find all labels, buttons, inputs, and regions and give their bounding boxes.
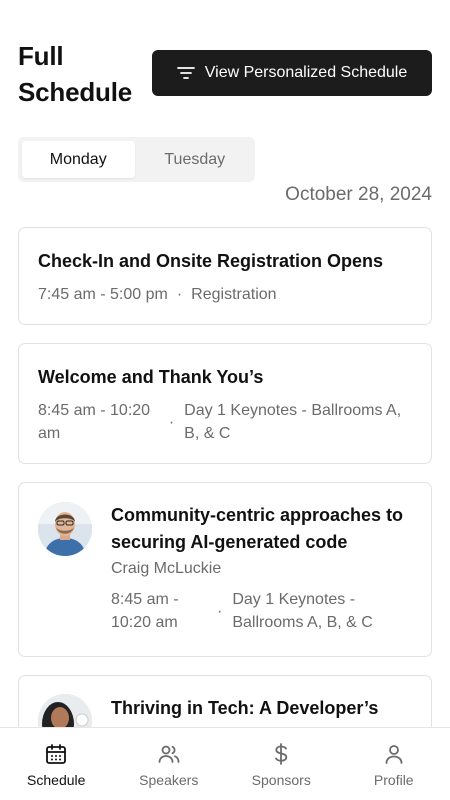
date-label: October 28, 2024 <box>285 184 432 205</box>
session-title: Check-In and Onsite Registration Opens <box>38 251 384 271</box>
speaker-photo-icon <box>38 502 92 556</box>
session-body: Thriving in Tech: A Developer’s <box>111 695 412 722</box>
session-card[interactable]: Check-In and Onsite Registration Opens 7… <box>18 227 432 325</box>
speaker-avatar <box>38 502 92 556</box>
speaker-name: Craig McLuckie <box>111 560 222 577</box>
nav-schedule[interactable]: Schedule <box>0 728 113 800</box>
nav-label: Sponsors <box>251 772 311 788</box>
page-title: Full Schedule <box>18 38 132 110</box>
session-time: 7:45 am - 5:00 pm <box>38 286 168 303</box>
session-time: 8:45 am - 10:20 am <box>38 402 151 442</box>
nav-label: Profile <box>373 772 414 788</box>
session-title: Community-centric approaches to securing… <box>111 505 404 552</box>
separator-dot: · <box>176 286 183 303</box>
view-personalized-schedule-label: View Personalized Schedule <box>204 64 408 81</box>
session-time: 8:45 am - 10:20 am <box>111 591 179 631</box>
dollar-icon <box>275 743 288 765</box>
bottom-nav: Schedule Speakers Sponsors Profile <box>0 727 450 800</box>
session-card[interactable]: Community-centric approaches to securing… <box>18 482 432 657</box>
session-meta: 8:45 am - 10:20 am · Day 1 Keynotes - Ba… <box>111 588 412 634</box>
schedule-page: Full Schedule View Personalized Schedule… <box>0 0 450 800</box>
nav-profile[interactable]: Profile <box>338 728 450 800</box>
page-title-line2: Schedule <box>18 77 132 107</box>
session-location: Registration <box>191 286 277 303</box>
session-location: Day 1 Keynotes - Ballrooms A, B, & C <box>232 591 373 631</box>
session-meta: 7:45 am - 5:00 pm · Registration <box>38 283 412 306</box>
nav-speakers[interactable]: Speakers <box>113 728 226 800</box>
users-icon <box>158 745 180 763</box>
session-card[interactable]: Welcome and Thank You’s 8:45 am - 10:20 … <box>18 343 432 464</box>
separator-dot: · <box>168 413 175 431</box>
day-tabs: Monday Tuesday <box>18 137 255 182</box>
session-location: Day 1 Keynotes - Ballrooms A, B, & C <box>184 402 402 442</box>
calendar-icon <box>46 744 67 764</box>
page-title-line1: Full <box>18 41 64 71</box>
nav-sponsors[interactable]: Sponsors <box>225 728 338 800</box>
nav-label: Speakers <box>139 772 199 788</box>
header: Full Schedule View Personalized Schedule <box>18 36 432 108</box>
session-title: Welcome and Thank You’s <box>38 367 264 387</box>
separator-dot: · <box>217 602 223 620</box>
tab-monday[interactable]: Monday <box>22 141 135 178</box>
session-meta: 8:45 am - 10:20 am · Day 1 Keynotes - Ba… <box>38 399 412 445</box>
tab-tuesday[interactable]: Tuesday <box>139 141 252 178</box>
session-body: Community-centric approaches to securing… <box>111 502 412 634</box>
nav-label: Schedule <box>27 772 86 788</box>
session-title: Thriving in Tech: A Developer’s <box>111 698 379 718</box>
filter-icon <box>176 67 195 79</box>
view-personalized-schedule-button[interactable]: View Personalized Schedule <box>152 50 432 96</box>
user-icon <box>385 745 403 764</box>
